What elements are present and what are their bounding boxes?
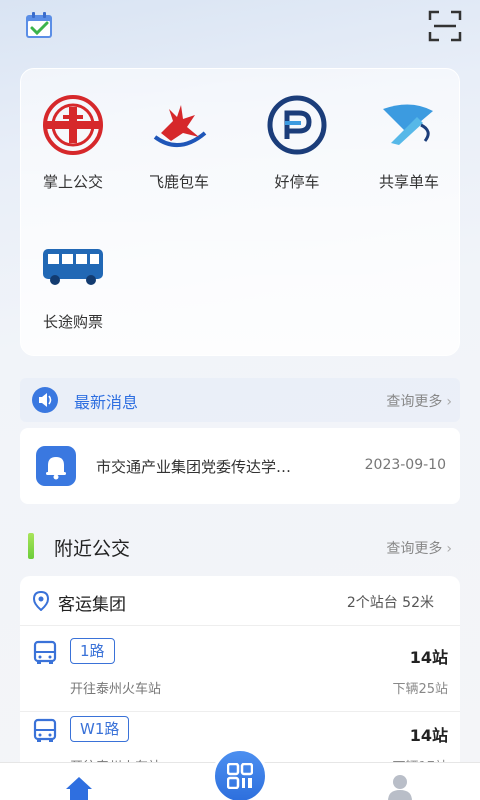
news-more-link[interactable]: 查询更多 › <box>386 391 452 411</box>
chevron-right-icon: › <box>446 394 452 410</box>
news-header: 最新消息 查询更多 › <box>20 378 460 422</box>
service-feilu-baoche[interactable]: 飞鹿包车 <box>127 93 231 192</box>
qr-code-icon <box>227 763 253 789</box>
news-item-text: 市交通产业集团党委传达学… <box>96 458 292 476</box>
location-pin-icon <box>32 591 50 611</box>
route-row[interactable]: 1路 14站 开往泰州火车站 下辆25站 <box>20 636 460 712</box>
station-name: 客运集团 <box>58 595 126 615</box>
scan-icon[interactable] <box>428 10 462 42</box>
service-hao-tingche[interactable]: 好停车 <box>245 93 349 192</box>
speaker-icon <box>32 387 58 413</box>
bus-company-logo-icon <box>43 95 103 155</box>
service-label: 飞鹿包车 <box>148 173 209 191</box>
bus-icon <box>33 640 57 664</box>
service-label: 好停车 <box>274 173 320 191</box>
nearby-header: 附近公交 查询更多 › <box>20 528 460 564</box>
services-card: 掌上公交 飞鹿包车 好停车 共享单车 长途购票 <box>20 68 460 356</box>
section-marker <box>28 533 34 559</box>
service-label: 掌上公交 <box>42 173 103 191</box>
news-item[interactable]: 市交通产业集团党委传达学… 2023-09-10 <box>20 428 460 504</box>
bell-icon <box>36 446 76 486</box>
service-gongxiang-danche[interactable]: 共享单车 <box>357 93 461 192</box>
home-icon[interactable] <box>64 775 94 800</box>
chevron-right-icon: › <box>446 541 452 557</box>
news-title: 最新消息 <box>74 393 139 412</box>
route-destination: 开往泰州火车站 <box>70 682 162 697</box>
route-name-badge: 1路 <box>70 638 115 664</box>
long-distance-bus-icon <box>43 249 103 285</box>
qr-code-button[interactable] <box>212 748 268 800</box>
service-zhangshang-gongjiao[interactable]: 掌上公交 <box>21 93 125 192</box>
nearby-title: 附近公交 <box>54 538 131 560</box>
news-item-date: 2023-09-10 <box>364 457 446 473</box>
user-icon[interactable] <box>386 773 414 800</box>
bus-icon <box>33 718 57 742</box>
route-name-badge: W1路 <box>70 716 130 742</box>
service-label: 共享单车 <box>378 173 439 191</box>
bike-share-logo-icon <box>383 104 433 145</box>
route-stops: 14站 <box>409 726 448 745</box>
deer-logo-icon <box>153 105 207 147</box>
station-info: 2个站台 52米 <box>346 595 434 611</box>
route-stops: 14站 <box>409 648 448 667</box>
calendar-check-icon[interactable] <box>24 10 54 40</box>
parking-logo-icon <box>267 95 327 155</box>
route-next-bus: 下辆25站 <box>392 682 448 697</box>
nearby-more-link[interactable]: 查询更多 › <box>386 538 452 558</box>
top-bar <box>0 0 480 56</box>
service-changtu-goupiao[interactable]: 长途购票 <box>21 233 125 332</box>
service-label: 长途购票 <box>42 313 103 331</box>
station-row[interactable]: 客运集团 2个站台 52米 <box>20 576 460 626</box>
